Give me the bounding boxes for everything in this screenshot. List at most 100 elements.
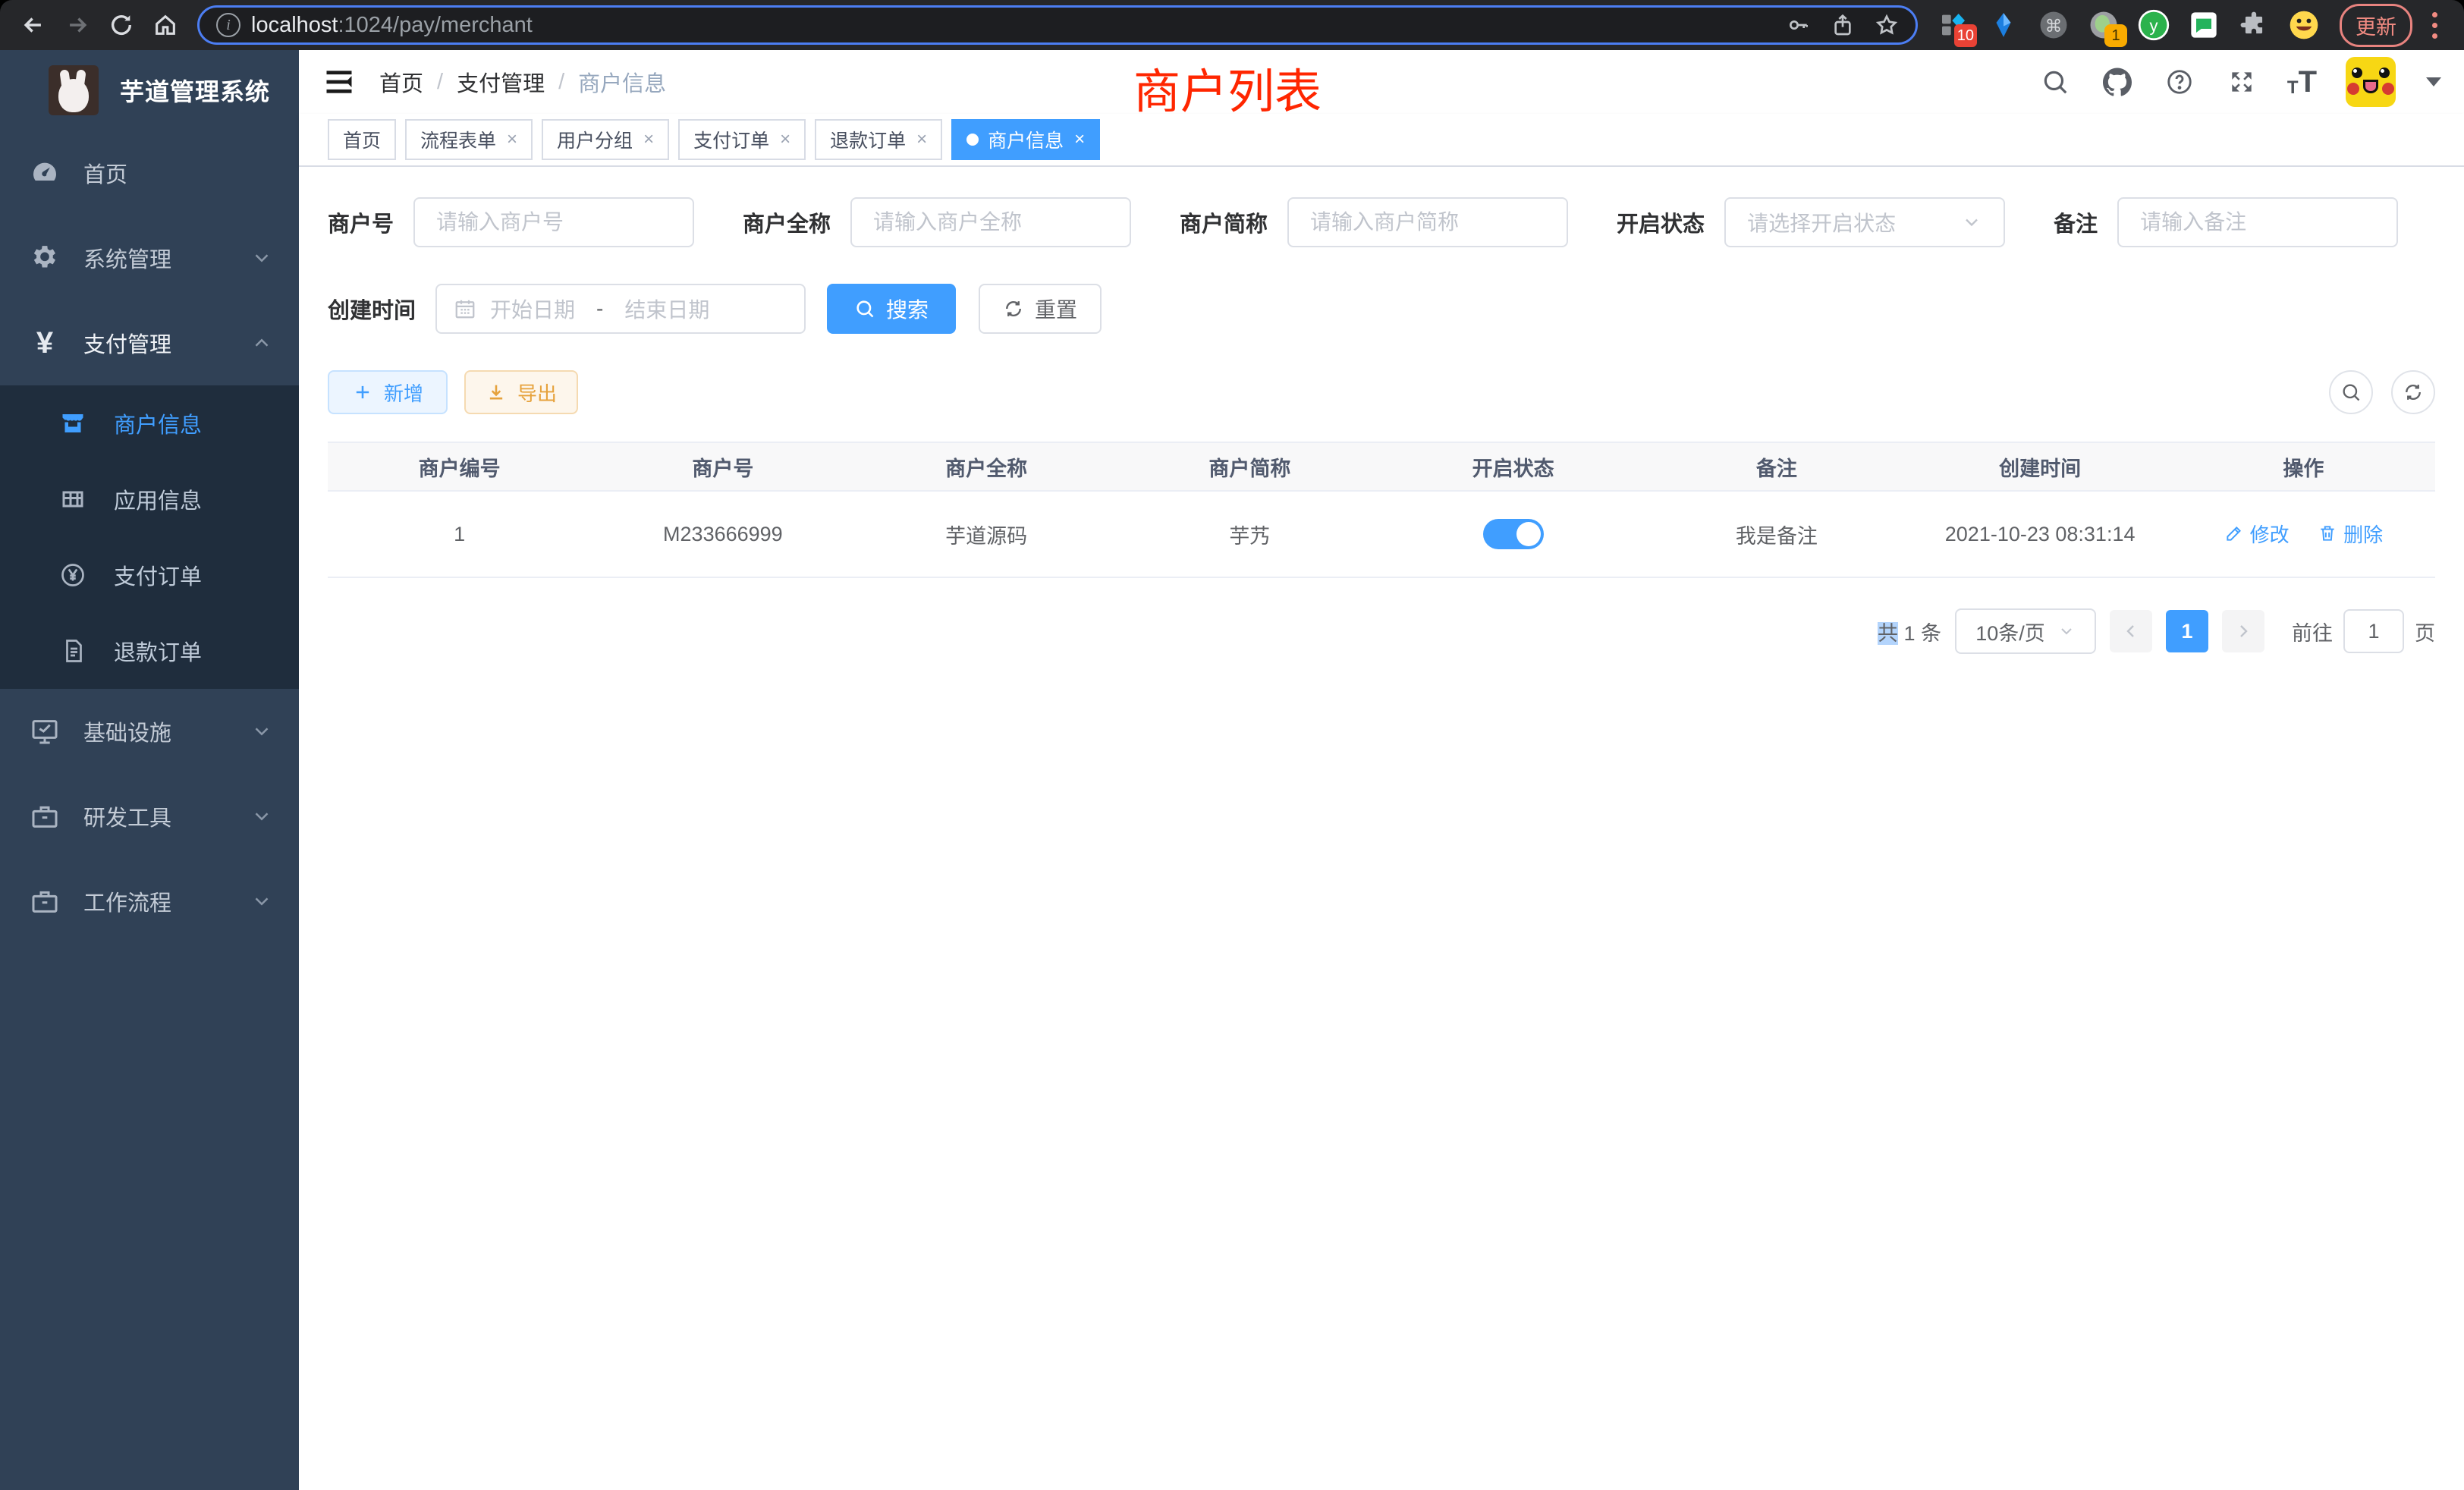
extension-chat[interactable] <box>2186 8 2221 42</box>
status-toggle[interactable] <box>1483 519 1544 549</box>
edit-link[interactable]: 修改 <box>2224 520 2290 548</box>
user-avatar[interactable] <box>2346 57 2396 107</box>
date-range-picker[interactable]: 开始日期 - 结束日期 <box>435 284 806 334</box>
search-button[interactable]: 搜索 <box>827 284 956 334</box>
filter-row-1: 商户号 商户全称 商户简称 开启状态 请选择开启状态 <box>328 197 2435 247</box>
yudao-icon: y <box>2137 8 2170 42</box>
header-search-button[interactable] <box>2038 65 2072 99</box>
cell-short-name: 芋艿 <box>1118 491 1381 577</box>
sidebar-item-merchant-info[interactable]: 商户信息 <box>0 385 299 461</box>
browser-reload-button[interactable] <box>102 5 141 45</box>
sidebar-item-pay-order[interactable]: 支付订单 <box>0 537 299 613</box>
avatar-caret-icon[interactable] <box>2426 77 2441 86</box>
next-page-button[interactable] <box>2222 610 2264 652</box>
pagination-total: 共 1 条 <box>1878 617 1941 646</box>
remark-input[interactable] <box>2140 210 2375 234</box>
fullscreen-button[interactable] <box>2225 65 2258 99</box>
chevron-down-icon <box>250 247 273 269</box>
extension-command[interactable]: ⌘ <box>2036 8 2071 42</box>
sidebar-item-workflow[interactable]: 工作流程 <box>0 859 299 944</box>
tab-merchant-info[interactable]: 商户信息× <box>951 119 1100 160</box>
col-status: 开启状态 <box>1381 442 1645 491</box>
tab-close-icon[interactable]: × <box>643 129 654 150</box>
breadcrumb-pay[interactable]: 支付管理 <box>457 66 545 98</box>
browser-back-button[interactable] <box>14 5 53 45</box>
tab-process-form[interactable]: 流程表单× <box>405 119 533 160</box>
sidebar-item-pay[interactable]: ¥ 支付管理 <box>0 300 299 385</box>
emoji-face-icon <box>2287 8 2321 42</box>
tab-pay-order[interactable]: 支付订单× <box>678 119 806 160</box>
chevron-down-icon <box>1961 212 1982 233</box>
extensions-puzzle-button[interactable] <box>2236 8 2271 42</box>
tab-close-icon[interactable]: × <box>507 129 517 150</box>
toggle-search-button[interactable] <box>2329 370 2373 414</box>
bookmark-star-icon[interactable] <box>1875 13 1899 37</box>
github-link[interactable] <box>2101 65 2134 99</box>
page-1-button[interactable]: 1 <box>2166 610 2208 652</box>
export-button[interactable]: 导出 <box>464 370 578 414</box>
cell-status <box>1381 491 1645 577</box>
password-key-icon[interactable] <box>1787 13 1811 37</box>
extension-badge: 10 <box>1954 24 1977 47</box>
sidebar-item-infra[interactable]: 基础设施 <box>0 689 299 774</box>
browser-forward-button[interactable] <box>58 5 97 45</box>
site-info-icon[interactable]: i <box>216 13 240 37</box>
logo-rabbit-image <box>49 65 99 115</box>
extension-emoji[interactable] <box>2286 8 2321 42</box>
sidebar-item-system[interactable]: 系统管理 <box>0 215 299 300</box>
back-arrow-icon <box>20 12 46 38</box>
sidebar-collapse-button[interactable] <box>319 61 360 102</box>
sidebar-item-refund-order[interactable]: 退款订单 <box>0 613 299 689</box>
col-merchant-id: 商户编号 <box>328 442 591 491</box>
tab-home[interactable]: 首页 <box>328 119 396 160</box>
share-icon[interactable] <box>1831 13 1855 37</box>
goto-label: 前往 <box>2292 617 2333 646</box>
extension-tab-manager[interactable]: 10 <box>1936 8 1971 42</box>
table-header-row: 商户编号 商户号 商户全称 商户简称 开启状态 备注 创建时间 操作 <box>328 442 2435 491</box>
refresh-table-button[interactable] <box>2391 370 2435 414</box>
sidebar-item-label: 应用信息 <box>114 483 202 515</box>
filter-label: 商户号 <box>328 206 394 238</box>
browser-menu-button[interactable] <box>2429 12 2440 39</box>
filter-remark: 备注 <box>2054 197 2398 247</box>
sidebar-item-label: 支付订单 <box>114 559 202 591</box>
app-title: 芋道管理系统 <box>120 73 270 108</box>
browser-home-button[interactable] <box>146 5 185 45</box>
tab-close-icon[interactable]: × <box>916 129 927 150</box>
status-select[interactable]: 请选择开启状态 <box>1724 197 2005 247</box>
sidebar-item-label: 研发工具 <box>83 800 250 832</box>
help-button[interactable] <box>2163 65 2196 99</box>
tab-refund-order[interactable]: 退款订单× <box>815 119 942 160</box>
delete-link[interactable]: 删除 <box>2318 520 2383 548</box>
font-size-button[interactable]: TT <box>2287 67 2317 97</box>
merchant-no-input[interactable] <box>436 210 671 234</box>
breadcrumb-home[interactable]: 首页 <box>379 66 423 98</box>
sidebar-item-home[interactable]: 首页 <box>0 130 299 215</box>
extension-kite[interactable] <box>1986 8 2021 42</box>
short-name-input[interactable] <box>1310 210 1545 234</box>
filter-label: 备注 <box>2054 206 2098 238</box>
tab-close-icon[interactable]: × <box>780 129 790 150</box>
address-bar[interactable]: i localhost:1024/pay/merchant <box>197 5 1918 45</box>
extension-green-blob[interactable]: 1 <box>2086 8 2121 42</box>
app-page: 芋道管理系统 首页 系统管理 ¥ 支付管理 <box>0 50 2464 1490</box>
plus-icon <box>352 382 373 403</box>
grid-icon <box>58 484 88 514</box>
prev-page-button[interactable] <box>2110 610 2152 652</box>
tab-close-icon[interactable]: × <box>1074 129 1085 150</box>
sidebar-logo[interactable]: 芋道管理系统 <box>0 50 299 130</box>
tab-user-group[interactable]: 用户分组× <box>542 119 669 160</box>
sidebar-item-label: 商户信息 <box>114 407 202 439</box>
goto-page-input[interactable] <box>2343 609 2404 653</box>
browser-update-button[interactable]: 更新 <box>2340 4 2412 47</box>
sidebar-item-label: 工作流程 <box>83 885 250 917</box>
full-name-input[interactable] <box>873 210 1108 234</box>
add-button[interactable]: 新增 <box>328 370 448 414</box>
github-icon <box>2103 68 2132 96</box>
sidebar-item-app-info[interactable]: 应用信息 <box>0 461 299 537</box>
extension-yudao[interactable]: y <box>2136 8 2171 42</box>
reset-button[interactable]: 重置 <box>979 284 1102 334</box>
page-size-select[interactable]: 10条/页 <box>1955 608 2096 654</box>
yen-icon: ¥ <box>27 325 62 360</box>
sidebar-item-devtools[interactable]: 研发工具 <box>0 774 299 859</box>
